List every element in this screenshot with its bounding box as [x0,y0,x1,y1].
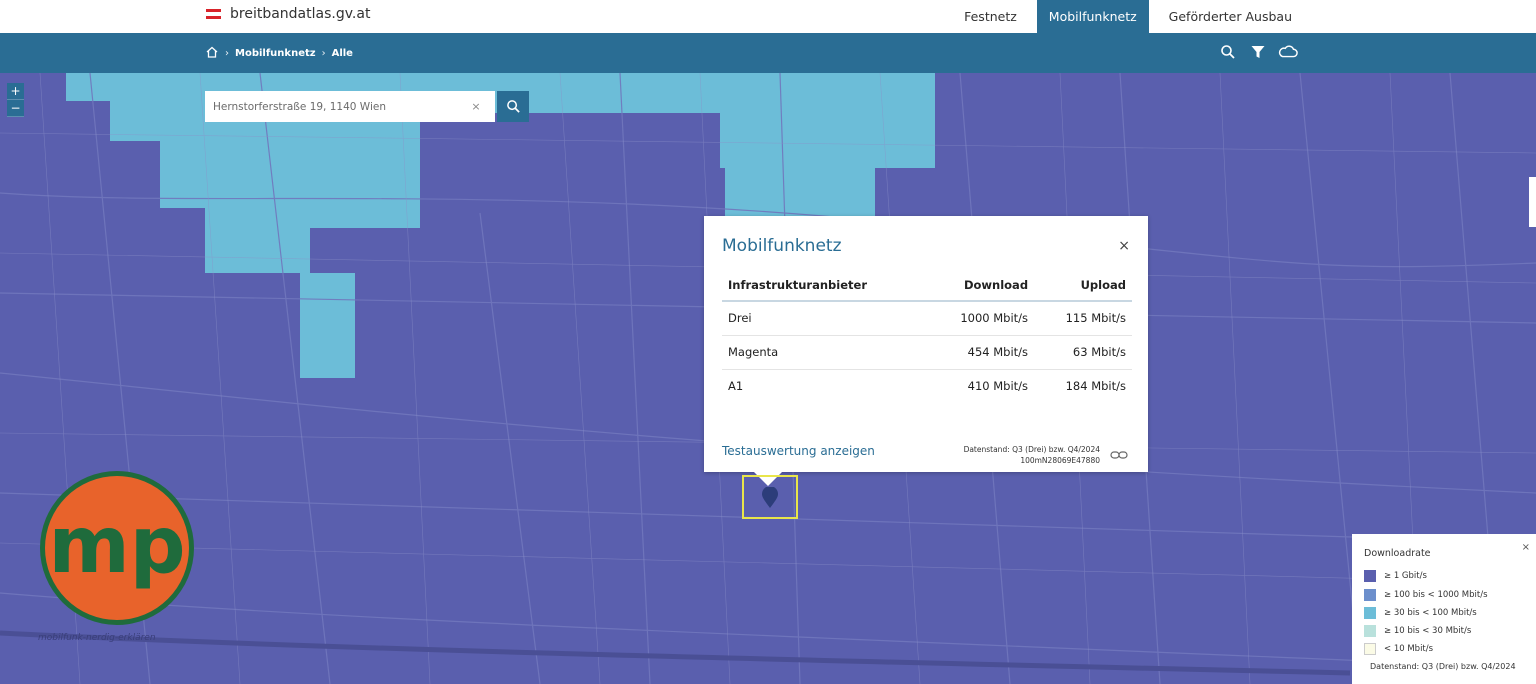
site-name[interactable]: breitbandatlas.gv.at [230,6,370,22]
legend-swatch [1364,570,1376,582]
data-status-date: Datenstand: Q3 (Drei) bzw. Q4/2024 [963,445,1100,454]
column-header-provider: Infrastrukturanbieter [722,269,927,302]
legend-swatch [1364,625,1376,637]
info-popup: Mobilfunknetz × Infrastrukturanbieter Do… [704,216,1148,486]
breadcrumb: › Mobilfunknetz › Alle [205,45,353,62]
legend-swatch [1364,643,1376,655]
upload-rate: 63 Mbit/s [1034,335,1132,370]
watermark-logo: mp [38,469,196,627]
legend-item: ≥ 10 bis < 30 Mbit/s [1364,625,1471,637]
popup-title: Mobilfunknetz [722,236,842,256]
table-row: A1 410 Mbit/s 184 Mbit/s [722,369,1132,403]
legend-item: ≥ 100 bis < 1000 Mbit/s [1364,589,1488,601]
breadcrumb-alle[interactable]: Alle [332,48,353,59]
address-search-input[interactable] [205,100,463,113]
location-pin-icon [762,487,778,508]
legend-label: ≥ 30 bis < 100 Mbit/s [1384,608,1477,618]
legend-swatch [1364,589,1376,601]
legend-item: < 10 Mbit/s [1364,643,1433,655]
legend-item: ≥ 30 bis < 100 Mbit/s [1364,607,1477,619]
nav-festnetz[interactable]: Festnetz [952,0,1029,33]
test-evaluation-link[interactable]: Testauswertung anzeigen [722,444,875,458]
provider-name: Drei [722,301,927,336]
search-submit-button[interactable] [497,91,529,122]
data-status: Datenstand: Q3 (Drei) bzw. Q4/2024 100mN… [964,444,1100,466]
nav-mobilfunknetz[interactable]: Mobilfunknetz [1036,0,1149,33]
table-row: Magenta 454 Mbit/s 63 Mbit/s [722,335,1132,370]
watermark-caption: mobilfunk-nerdig-erklären [38,633,156,643]
filter-icon[interactable] [1248,42,1268,62]
table-header-row: Infrastrukturanbieter Download Upload [722,269,1132,302]
selected-grid-cell[interactable] [742,475,798,519]
cloud-icon[interactable] [1278,42,1298,62]
legend-item: ≥ 1 Gbit/s [1364,570,1427,582]
legend-label: < 10 Mbit/s [1384,644,1434,654]
search-icon[interactable] [1218,42,1238,62]
breadcrumb-mobilfunknetz[interactable]: Mobilfunknetz [235,48,316,59]
home-icon[interactable] [205,45,219,62]
mp-logo-icon: mp [40,471,194,625]
legend-label: ≥ 1 Gbit/s [1384,571,1427,581]
column-header-upload: Upload [1034,269,1132,302]
coverage-map[interactable]: + − × Mobilfunknetz × Infrastrukturanbie… [0,73,1536,684]
download-rate: 454 Mbit/s [926,335,1035,370]
legend-label: ≥ 10 bis < 30 Mbit/s [1384,626,1472,636]
provider-name: Magenta [722,335,927,370]
breadcrumb-separator: › [225,48,229,59]
zoom-out-button[interactable]: − [7,100,24,117]
download-rate: 410 Mbit/s [967,379,1029,394]
upload-rate: 184 Mbit/s [1065,379,1126,394]
search-icon [506,100,520,113]
side-panel-tab[interactable] [1529,177,1536,227]
legend-title: Downloadrate [1364,548,1431,559]
grid-cell-id: 100mN28069E47880 [1020,456,1100,465]
popup-close-icon[interactable]: × [1118,238,1130,254]
upload-rate: 115 Mbit/s [1034,301,1132,336]
site-brand[interactable]: breitbandatlas.gv.at [206,6,370,22]
clear-search-icon[interactable]: × [463,100,489,113]
provider-name: A1 [728,379,744,394]
legend-close-icon[interactable]: × [1522,542,1530,553]
main-nav: Festnetz Mobilfunknetz Geförderter Ausba… [944,0,1304,33]
breadcrumb-separator: › [321,48,326,59]
toolbar-icons [1218,42,1298,62]
toolbar: › Mobilfunknetz › Alle [0,33,1536,73]
legend-data-status: Datenstand: Q3 (Drei) bzw. Q4/2024 [1370,662,1516,671]
legend-swatch [1364,607,1376,619]
legend-label: ≥ 100 bis < 1000 Mbit/s [1384,590,1488,600]
download-rate: 1000 Mbit/s [926,301,1035,336]
table-row: Drei 1000 Mbit/s 115 Mbit/s [722,301,1132,336]
column-header-download: Download [926,269,1035,302]
download-legend: Downloadrate × ≥ 1 Gbit/s ≥ 100 bis < 10… [1352,534,1536,684]
nav-gefoerderter-ausbau[interactable]: Geförderter Ausbau [1157,0,1304,33]
logo-text: mp [48,501,185,591]
austria-flag-icon [206,8,221,20]
provider-table: Infrastrukturanbieter Download Upload Dr… [722,269,1132,403]
top-header: breitbandatlas.gv.at Festnetz Mobilfunkn… [0,0,1536,33]
zoom-control: + − [7,83,24,117]
zoom-in-button[interactable]: + [7,83,24,100]
address-search: × [205,91,495,122]
link-icon[interactable] [1110,446,1128,465]
